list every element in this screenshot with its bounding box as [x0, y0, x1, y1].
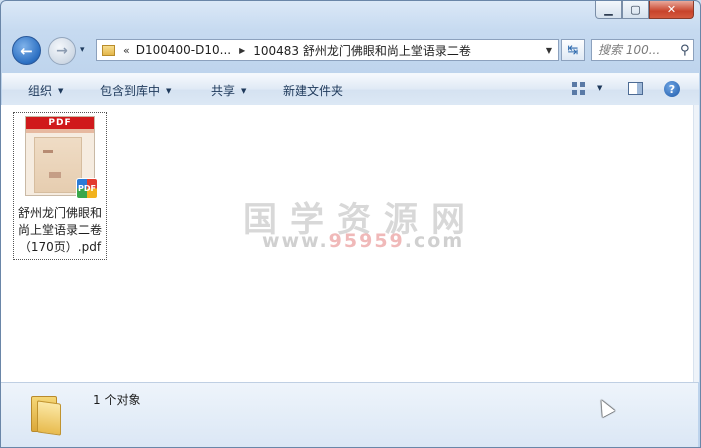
close-button[interactable]: ✕: [649, 1, 694, 19]
item-count-label: 1 个对象: [93, 393, 141, 407]
caption-buttons: ▁ ▢ ✕: [595, 1, 694, 19]
maximize-icon: ▢: [630, 3, 641, 16]
help-button[interactable]: ?: [664, 81, 680, 97]
thumbnail-page-image: [34, 137, 82, 193]
share-label: 共享: [211, 84, 236, 98]
help-icon: ?: [668, 82, 676, 96]
preview-pane-icon[interactable]: [628, 82, 643, 95]
watermark-url-suffix: .com: [404, 230, 465, 252]
search-box[interactable]: ⚲: [591, 39, 694, 61]
organize-menu-button[interactable]: 组织 ▼: [28, 82, 63, 99]
chevron-down-icon: ▾: [80, 45, 85, 55]
details-pane: 1 个对象: [1, 382, 698, 447]
search-input[interactable]: [592, 42, 678, 58]
forward-button[interactable]: →: [48, 37, 76, 65]
watermark-url: www.95959.com: [262, 230, 464, 252]
maximize-button[interactable]: ▢: [622, 1, 649, 19]
breadcrumb-segment-parent[interactable]: D100400-D10...: [136, 43, 231, 57]
minimize-button[interactable]: ▁: [595, 1, 622, 19]
dropdown-arrow-icon: ▼: [58, 87, 64, 95]
organize-label: 组织: [28, 84, 53, 98]
page-seal-mark: [43, 150, 53, 153]
thumbnail-band-label: PDF: [26, 117, 94, 129]
pdf-app-icon: PDF: [76, 178, 98, 199]
scrollbar-track[interactable]: [693, 105, 699, 382]
folder-icon: [29, 394, 61, 436]
command-bar: 组织 ▼ 包含到库中 ▼ 共享 ▼ 新建文件夹 ▼ ?: [2, 73, 699, 106]
close-icon: ✕: [666, 3, 677, 16]
address-bar[interactable]: « D100400-D10... ▶ 100483 舒州龙门佛眼和尚上堂语录二卷…: [96, 39, 559, 61]
arrow-right-icon: →: [56, 43, 68, 59]
folder-icon: [102, 44, 115, 56]
chevron-down-icon: ▼: [545, 45, 553, 55]
dropdown-arrow-icon: ▼: [241, 87, 247, 95]
view-options-dropdown[interactable]: ▼: [597, 84, 602, 92]
arrow-left-icon: ←: [20, 41, 33, 60]
dropdown-arrow-icon: ▼: [597, 84, 603, 92]
file-name-label: 舒州龙门佛眼和尚上堂语录二卷（170页）.pdf: [17, 206, 102, 254]
share-button[interactable]: 共享 ▼: [211, 82, 246, 99]
breadcrumb-overflow-button[interactable]: «: [123, 44, 130, 57]
thumbnail-subband: [26, 129, 94, 133]
file-item-pdf[interactable]: PDF PDF 舒州龙门佛眼和尚上堂语录二卷（170页）.pdf: [13, 112, 107, 260]
refresh-button[interactable]: ↹: [561, 39, 585, 61]
breadcrumb-segment-current[interactable]: 100483 舒州龙门佛眼和尚上堂语录二卷: [253, 42, 471, 59]
folder-front-shape: [37, 400, 61, 436]
watermark-url-prefix: www.: [262, 230, 329, 252]
back-button[interactable]: ←: [12, 36, 41, 65]
refresh-icon: ↹: [567, 42, 579, 58]
include-in-library-button[interactable]: 包含到库中 ▼: [100, 82, 171, 99]
address-dropdown-button[interactable]: ▼: [540, 40, 558, 60]
new-folder-label: 新建文件夹: [283, 84, 344, 98]
include-in-library-label: 包含到库中: [100, 84, 161, 98]
page-seal-mark: [49, 172, 61, 178]
new-folder-button[interactable]: 新建文件夹: [283, 82, 343, 99]
recent-pages-dropdown[interactable]: ▾: [80, 45, 85, 55]
dropdown-arrow-icon: ▼: [166, 87, 172, 95]
search-icon[interactable]: ⚲: [680, 43, 690, 58]
change-view-icon[interactable]: [572, 82, 586, 96]
minimize-icon: ▁: [604, 3, 613, 16]
breadcrumb-separator-icon[interactable]: ▶: [239, 46, 245, 55]
watermark-url-accent: 95959: [328, 230, 405, 252]
